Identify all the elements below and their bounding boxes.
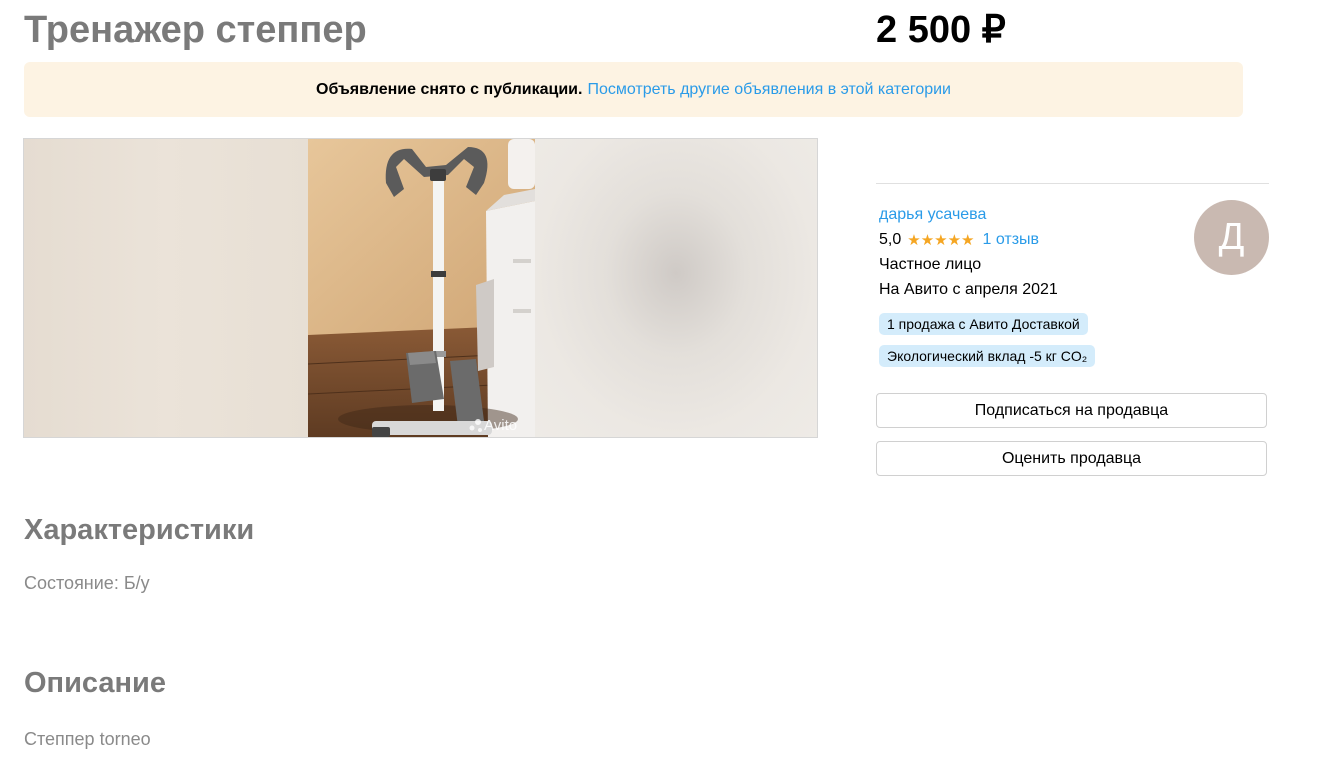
other-listings-link[interactable]: Посмотреть другие объявления в этой кате…	[587, 81, 951, 99]
description-text: Степпер torneo	[24, 729, 151, 749]
seller-rating: 5,0 ★★★★★ 1 отзыв	[879, 231, 1039, 249]
listing-title: Тренажер степпер	[24, 9, 367, 51]
description-heading: Описание	[24, 667, 166, 699]
specs-heading: Характеристики	[24, 514, 255, 546]
photo-gallery[interactable]: Avito	[23, 138, 818, 438]
gallery-blur-left	[24, 139, 308, 437]
condition-text: Состояние: Б/у	[24, 573, 150, 593]
stepper-photo[interactable]: Avito	[308, 139, 535, 437]
seller-name-link[interactable]: дарья усачева	[879, 206, 986, 224]
rate-seller-button[interactable]: Оценить продавца	[876, 441, 1267, 476]
seller-avatar[interactable]: Д	[1194, 200, 1269, 275]
notice-message: Объявление снято с публикации.	[316, 80, 583, 98]
delivery-sales-badge: 1 продажа с Авито Доставкой	[879, 313, 1088, 335]
rating-value: 5,0	[879, 231, 902, 248]
seller-card: дарья усачева 5,0 ★★★★★ 1 отзыв Частное …	[876, 183, 1269, 476]
avito-watermark: Avito	[484, 417, 517, 434]
seller-type: Частное лицо	[879, 256, 982, 273]
unpublished-notice: Объявление снято с публикации. Посмотрет…	[24, 62, 1243, 117]
seller-since: На Авито с апреля 2021	[879, 281, 1058, 298]
reviews-link[interactable]: 1 отзыв	[983, 231, 1040, 249]
listing-page: Тренажер степпер 2 500 ₽ Объявление снят…	[0, 0, 1332, 768]
gallery-blur-right	[535, 139, 817, 437]
rating-stars-icon: ★★★★★	[907, 232, 975, 249]
subscribe-seller-button[interactable]: Подписаться на продавца	[876, 393, 1267, 428]
eco-contribution-badge: Экологический вклад -5 кг CO₂	[879, 345, 1096, 367]
listing-price: 2 500 ₽	[876, 9, 1006, 51]
